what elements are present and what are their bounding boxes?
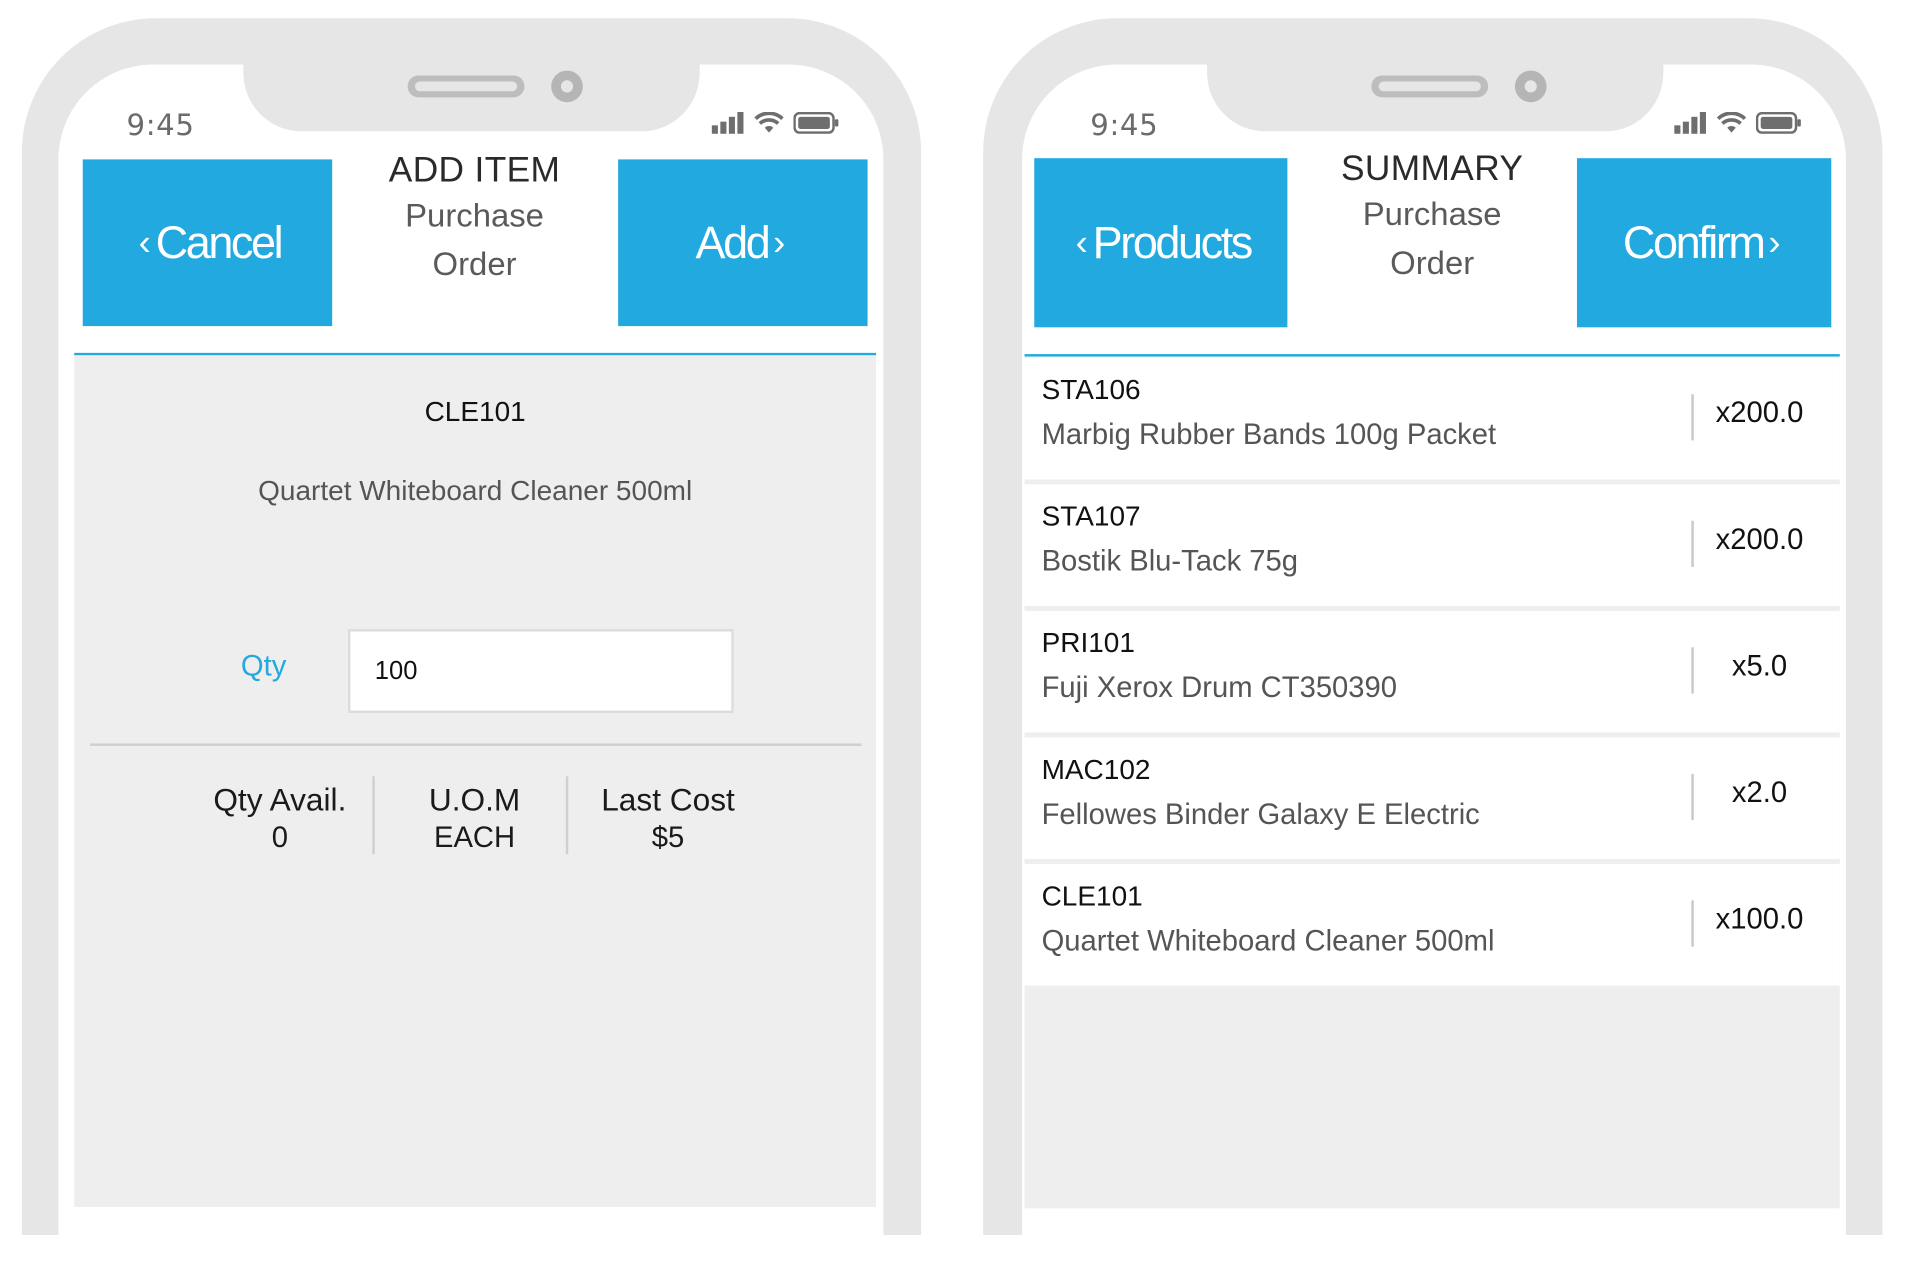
item-divider — [1691, 520, 1694, 568]
speaker-icon — [407, 75, 525, 98]
page-subtitle-line2: Order — [432, 245, 517, 283]
list-item[interactable]: MAC102 Fellowes Binder Galaxy E Electric… — [1024, 737, 1840, 860]
chevron-right-icon: › — [1768, 222, 1781, 263]
item-qty: x100.0 — [1715, 902, 1804, 936]
add-item-panel: CLE101 Quartet Whiteboard Cleaner 500ml … — [74, 355, 877, 1208]
chevron-right-icon: › — [773, 222, 786, 263]
battery-icon — [793, 111, 839, 134]
page-subtitle-line2: Order — [1390, 244, 1475, 282]
confirm-button-label: Confirm — [1622, 217, 1766, 268]
cancel-button[interactable]: ‹ Cancel — [82, 159, 333, 327]
list-item[interactable]: PRI101 Fuji Xerox Drum CT350390 x5.0 — [1024, 610, 1840, 733]
item-qty: x5.0 — [1731, 649, 1788, 683]
page-title: ADD ITEM — [388, 150, 561, 190]
item-divider — [1691, 394, 1694, 441]
item-qty: x200.0 — [1715, 396, 1804, 430]
battery-icon — [1755, 111, 1801, 134]
stat-label: Last Cost — [601, 781, 735, 818]
signal-icon — [1674, 111, 1706, 134]
page-title-summary: SUMMARY Purchase Order — [1297, 150, 1567, 287]
speaker-icon — [1371, 75, 1489, 98]
item-code: CLE101 — [1041, 879, 1143, 912]
item-qty: x2.0 — [1731, 776, 1788, 810]
cancel-button-label: Cancel — [155, 217, 284, 268]
stat-label: Qty Avail. — [213, 781, 347, 818]
item-name: Bostik Blu-Tack 75g — [1041, 545, 1299, 578]
section-divider — [90, 743, 862, 746]
summary-list: STA106 Marbig Rubber Bands 100g Packet x… — [1024, 356, 1840, 1209]
list-item[interactable]: STA107 Bostik Blu-Tack 75g x200.0 — [1024, 484, 1840, 606]
item-divider — [1691, 773, 1694, 821]
item-code: STA107 — [1041, 500, 1141, 532]
status-icons — [1673, 111, 1802, 134]
status-icons — [711, 111, 840, 134]
item-code: PRI101 — [1041, 626, 1135, 659]
stat-qty-avail: Qty Avail. 0 — [187, 781, 372, 856]
item-divider — [1691, 900, 1694, 947]
page-subtitle-line1: Purchase — [405, 197, 544, 234]
stage: 9:45 ‹ Cancel ADD ITEM Purchase Order Add… — [0, 0, 1908, 1281]
stat-divider — [565, 776, 569, 855]
page-title: SUMMARY — [1341, 149, 1524, 189]
qty-input[interactable] — [348, 629, 734, 714]
item-code: MAC102 — [1041, 753, 1151, 785]
list-item[interactable]: CLE101 Quartet Whiteboard Cleaner 500ml … — [1024, 863, 1840, 986]
wifi-icon — [754, 111, 784, 133]
item-name: Fuji Xerox Drum CT350390 — [1041, 671, 1398, 705]
stat-value: $5 — [651, 821, 685, 855]
wifi-icon — [1716, 111, 1747, 133]
product-description: Quartet Whiteboard Cleaner 500ml — [258, 474, 693, 507]
status-time: 9:45 — [1090, 108, 1159, 143]
item-divider — [1691, 647, 1694, 694]
item-qty: x200.0 — [1715, 523, 1804, 557]
products-button-label: Products — [1092, 217, 1254, 268]
stat-label: U.O.M — [428, 781, 521, 818]
products-back-button[interactable]: ‹ Products — [1034, 158, 1288, 328]
add-button-label: Add — [695, 217, 770, 268]
stat-divider — [372, 776, 375, 855]
signal-icon — [711, 111, 744, 134]
qty-label: Qty — [240, 649, 287, 683]
item-code: STA106 — [1041, 373, 1141, 406]
list-item[interactable]: STA106 Marbig Rubber Bands 100g Packet x… — [1024, 357, 1840, 480]
stat-last-cost: Last Cost $5 — [571, 781, 766, 856]
confirm-button[interactable]: Confirm › — [1576, 158, 1832, 328]
add-button[interactable]: Add › — [618, 159, 868, 327]
phone-notch — [243, 64, 700, 132]
phone-notch — [1207, 64, 1664, 132]
item-name: Marbig Rubber Bands 100g Packet — [1041, 418, 1497, 452]
chevron-left-icon: ‹ — [1075, 222, 1088, 263]
stat-value: 0 — [271, 821, 288, 855]
page-title-add-item: ADD ITEM Purchase Order — [341, 151, 609, 288]
camera-icon — [1514, 70, 1547, 103]
page-subtitle-line1: Purchase — [1362, 195, 1502, 233]
stat-value: EACH — [433, 821, 516, 855]
chevron-left-icon: ‹ — [138, 222, 151, 263]
camera-icon — [551, 70, 583, 103]
stat-uom: U.O.M EACH — [378, 781, 570, 856]
item-name: Quartet Whiteboard Cleaner 500ml — [1041, 924, 1495, 958]
status-time: 9:45 — [126, 108, 195, 143]
item-name: Fellowes Binder Galaxy E Electric — [1041, 798, 1480, 832]
product-code: CLE101 — [424, 395, 526, 428]
